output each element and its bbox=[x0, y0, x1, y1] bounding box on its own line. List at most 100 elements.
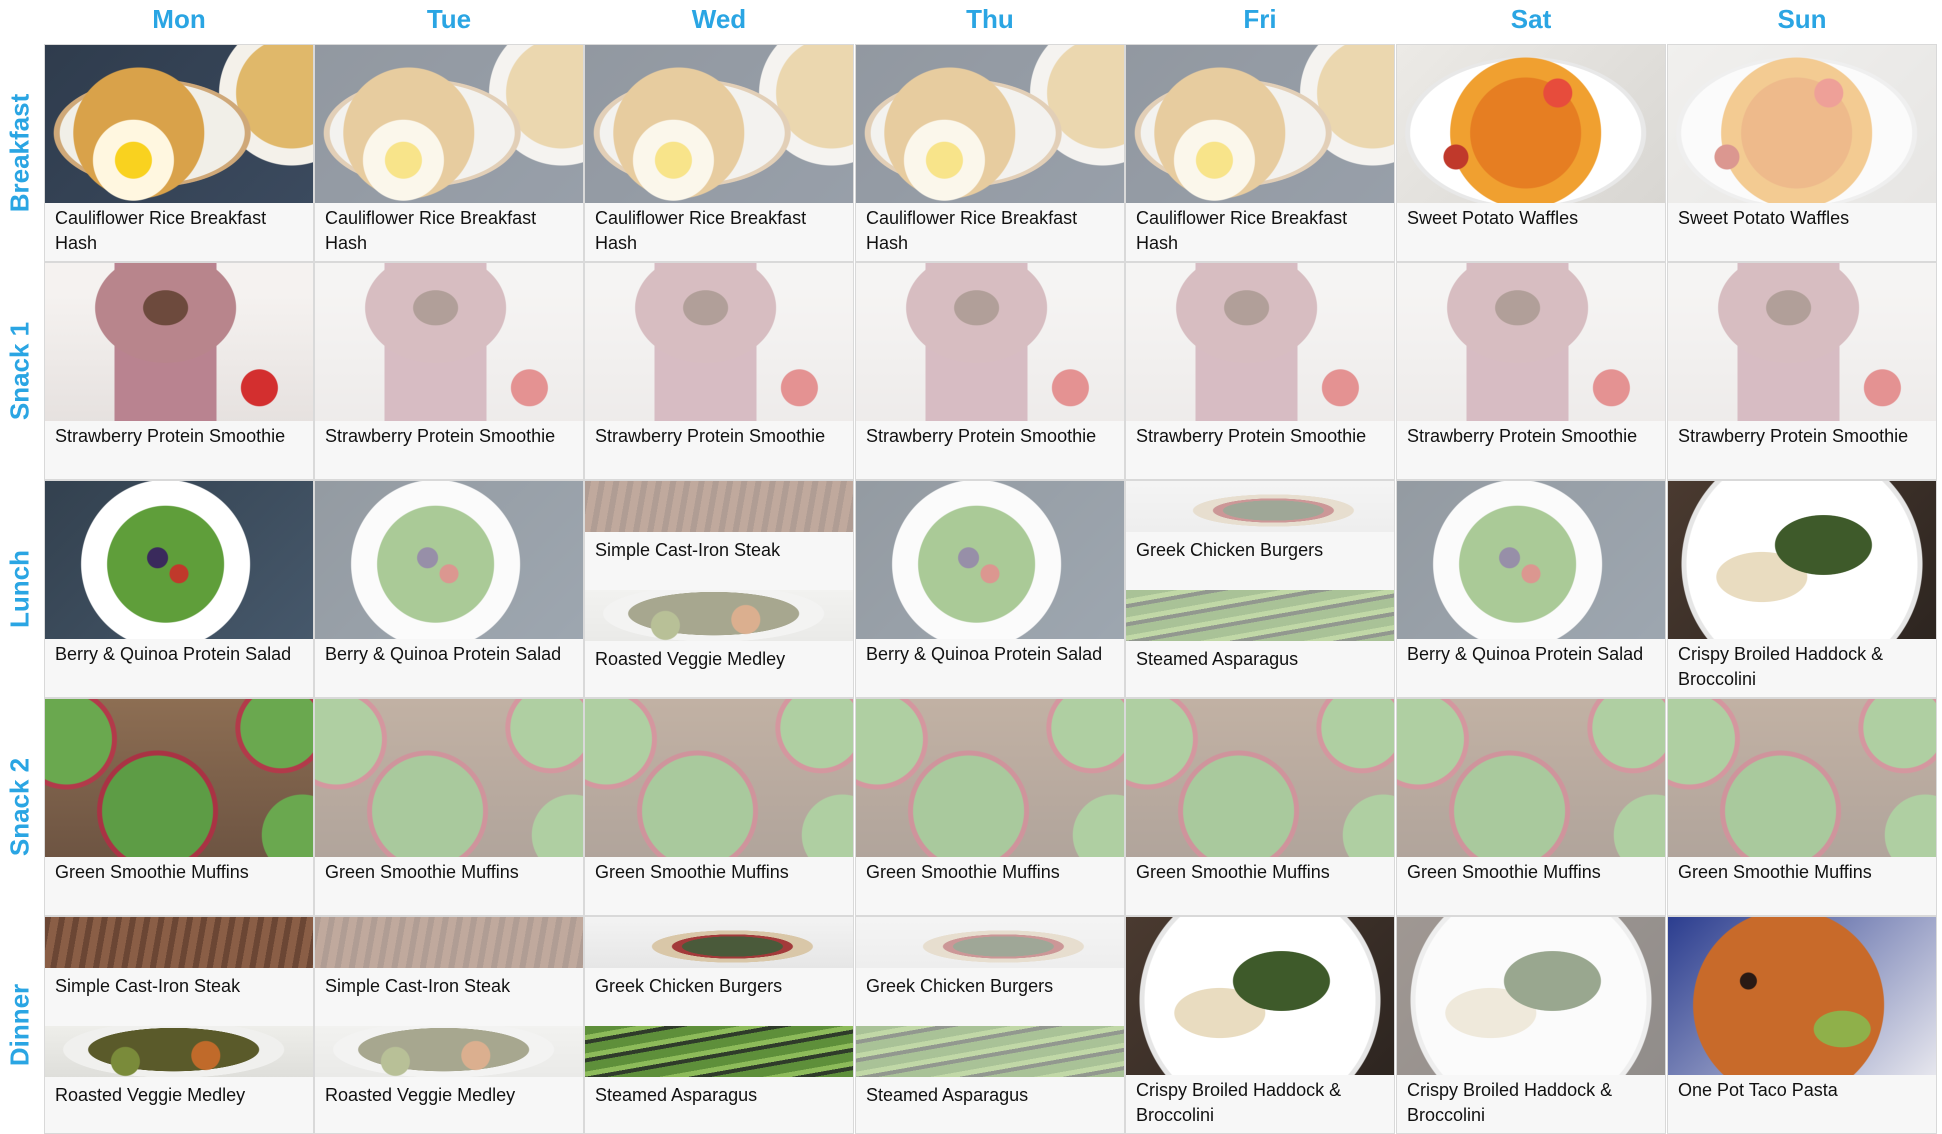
recipe-title[interactable]: Greek Chicken Burgers bbox=[1126, 532, 1394, 590]
recipe-image[interactable] bbox=[315, 45, 583, 205]
recipe-title[interactable]: Cauliflower Rice Breakfast Hash bbox=[856, 203, 1124, 261]
recipe-title[interactable]: Strawberry Protein Smoothie bbox=[585, 421, 853, 479]
recipe-title[interactable]: Berry & Quinoa Protein Salad bbox=[856, 639, 1124, 697]
recipe-image[interactable] bbox=[45, 699, 313, 859]
recipe-cell[interactable]: Greek Chicken Burgers Steamed Asparagus bbox=[1125, 480, 1395, 698]
recipe-title[interactable]: Green Smoothie Muffins bbox=[585, 857, 853, 915]
recipe-cell[interactable]: Crispy Broiled Haddock & Broccolini bbox=[1396, 916, 1666, 1134]
recipe-cell[interactable]: Sweet Potato Waffles bbox=[1396, 44, 1666, 262]
recipe-image[interactable] bbox=[1397, 481, 1665, 641]
recipe-slot[interactable]: Greek Chicken Burgers bbox=[585, 917, 853, 1026]
recipe-title[interactable]: Green Smoothie Muffins bbox=[1397, 857, 1665, 915]
recipe-image[interactable] bbox=[315, 263, 583, 423]
recipe-slot[interactable]: Simple Cast-Iron Steak bbox=[45, 917, 313, 1026]
recipe-image[interactable] bbox=[1126, 263, 1394, 423]
recipe-image[interactable] bbox=[585, 263, 853, 423]
recipe-image[interactable] bbox=[856, 263, 1124, 423]
recipe-slot[interactable]: Roasted Veggie Medley bbox=[585, 590, 853, 697]
recipe-cell[interactable]: Berry & Quinoa Protein Salad bbox=[855, 480, 1125, 698]
recipe-cell[interactable]: Green Smoothie Muffins bbox=[855, 698, 1125, 916]
recipe-title[interactable]: Steamed Asparagus bbox=[585, 1077, 853, 1133]
recipe-cell[interactable]: Cauliflower Rice Breakfast Hash bbox=[44, 44, 314, 262]
recipe-title[interactable]: Cauliflower Rice Breakfast Hash bbox=[315, 203, 583, 261]
recipe-slot[interactable]: Steamed Asparagus bbox=[856, 1026, 1124, 1133]
recipe-cell[interactable]: Strawberry Protein Smoothie bbox=[1667, 262, 1937, 480]
recipe-image[interactable] bbox=[1126, 45, 1394, 205]
recipe-title[interactable]: Simple Cast-Iron Steak bbox=[45, 968, 313, 1026]
recipe-cell[interactable]: Strawberry Protein Smoothie bbox=[855, 262, 1125, 480]
recipe-slot[interactable]: Steamed Asparagus bbox=[1126, 590, 1394, 697]
recipe-title[interactable]: Greek Chicken Burgers bbox=[585, 968, 853, 1026]
recipe-title[interactable]: Roasted Veggie Medley bbox=[315, 1077, 583, 1133]
recipe-image[interactable] bbox=[1397, 263, 1665, 423]
recipe-title[interactable]: Strawberry Protein Smoothie bbox=[45, 421, 313, 479]
recipe-title[interactable]: Berry & Quinoa Protein Salad bbox=[1397, 639, 1665, 697]
recipe-cell[interactable]: One Pot Taco Pasta bbox=[1667, 916, 1937, 1134]
recipe-title[interactable]: Green Smoothie Muffins bbox=[45, 857, 313, 915]
recipe-slot[interactable]: Greek Chicken Burgers bbox=[1126, 481, 1394, 590]
recipe-cell[interactable]: Simple Cast-Iron Steak Roasted Veggie Med… bbox=[314, 916, 584, 1134]
recipe-slot[interactable]: Greek Chicken Burgers bbox=[856, 917, 1124, 1026]
recipe-image[interactable] bbox=[1668, 699, 1936, 859]
recipe-title[interactable]: Strawberry Protein Smoothie bbox=[315, 421, 583, 479]
recipe-title[interactable]: Cauliflower Rice Breakfast Hash bbox=[1126, 203, 1394, 261]
recipe-title[interactable]: Berry & Quinoa Protein Salad bbox=[315, 639, 583, 697]
recipe-slot[interactable]: Simple Cast-Iron Steak bbox=[315, 917, 583, 1026]
recipe-image[interactable] bbox=[1397, 917, 1665, 1077]
recipe-image[interactable] bbox=[1668, 263, 1936, 423]
recipe-cell[interactable]: Greek Chicken Burgers Steamed Asparagus bbox=[855, 916, 1125, 1134]
recipe-cell[interactable]: Berry & Quinoa Protein Salad bbox=[1396, 480, 1666, 698]
recipe-image[interactable] bbox=[1668, 481, 1936, 641]
recipe-title[interactable]: Simple Cast-Iron Steak bbox=[315, 968, 583, 1026]
recipe-cell[interactable]: Simple Cast-Iron Steak Roasted Veggie Med… bbox=[44, 916, 314, 1134]
recipe-cell[interactable]: Simple Cast-Iron Steak Roasted Veggie Med… bbox=[584, 480, 854, 698]
recipe-cell[interactable]: Cauliflower Rice Breakfast Hash bbox=[855, 44, 1125, 262]
recipe-title[interactable]: Berry & Quinoa Protein Salad bbox=[45, 639, 313, 697]
recipe-title[interactable]: Strawberry Protein Smoothie bbox=[856, 421, 1124, 479]
recipe-cell[interactable]: Berry & Quinoa Protein Salad bbox=[44, 480, 314, 698]
recipe-image[interactable] bbox=[45, 263, 313, 423]
recipe-image[interactable] bbox=[45, 481, 313, 641]
recipe-image[interactable] bbox=[45, 45, 313, 205]
recipe-cell[interactable]: Green Smoothie Muffins bbox=[1125, 698, 1395, 916]
recipe-slot[interactable]: Roasted Veggie Medley bbox=[45, 1026, 313, 1133]
recipe-title[interactable]: Cauliflower Rice Breakfast Hash bbox=[45, 203, 313, 261]
recipe-cell[interactable]: Strawberry Protein Smoothie bbox=[44, 262, 314, 480]
recipe-cell[interactable]: Green Smoothie Muffins bbox=[584, 698, 854, 916]
recipe-title[interactable]: Crispy Broiled Haddock & Broccolini bbox=[1126, 1075, 1394, 1133]
recipe-image[interactable] bbox=[1126, 917, 1394, 1077]
recipe-image[interactable] bbox=[1126, 699, 1394, 859]
recipe-slot[interactable]: Simple Cast-Iron Steak bbox=[585, 481, 853, 590]
recipe-image[interactable] bbox=[315, 699, 583, 859]
recipe-cell[interactable]: Berry & Quinoa Protein Salad bbox=[314, 480, 584, 698]
recipe-image[interactable] bbox=[585, 45, 853, 205]
recipe-cell[interactable]: Green Smoothie Muffins bbox=[1396, 698, 1666, 916]
recipe-cell[interactable]: Cauliflower Rice Breakfast Hash bbox=[314, 44, 584, 262]
recipe-slot[interactable]: Roasted Veggie Medley bbox=[315, 1026, 583, 1133]
recipe-title[interactable]: Cauliflower Rice Breakfast Hash bbox=[585, 203, 853, 261]
recipe-cell[interactable]: Sweet Potato Waffles bbox=[1667, 44, 1937, 262]
recipe-image[interactable] bbox=[1668, 45, 1936, 205]
recipe-cell[interactable]: Greek Chicken Burgers Steamed Asparagus bbox=[584, 916, 854, 1134]
recipe-title[interactable]: One Pot Taco Pasta bbox=[1668, 1075, 1936, 1133]
recipe-cell[interactable]: Crispy Broiled Haddock & Broccolini bbox=[1667, 480, 1937, 698]
recipe-image[interactable] bbox=[856, 45, 1124, 205]
recipe-title[interactable]: Steamed Asparagus bbox=[1126, 641, 1394, 697]
recipe-title[interactable]: Green Smoothie Muffins bbox=[856, 857, 1124, 915]
recipe-title[interactable]: Green Smoothie Muffins bbox=[1126, 857, 1394, 915]
recipe-title[interactable]: Greek Chicken Burgers bbox=[856, 968, 1124, 1026]
recipe-title[interactable]: Roasted Veggie Medley bbox=[585, 641, 853, 697]
recipe-title[interactable]: Sweet Potato Waffles bbox=[1397, 203, 1665, 261]
recipe-image[interactable] bbox=[1397, 45, 1665, 205]
recipe-cell[interactable]: Green Smoothie Muffins bbox=[1667, 698, 1937, 916]
recipe-title[interactable]: Steamed Asparagus bbox=[856, 1077, 1124, 1133]
recipe-cell[interactable]: Strawberry Protein Smoothie bbox=[584, 262, 854, 480]
recipe-title[interactable]: Simple Cast-Iron Steak bbox=[585, 532, 853, 590]
recipe-title[interactable]: Green Smoothie Muffins bbox=[1668, 857, 1936, 915]
recipe-cell[interactable]: Green Smoothie Muffins bbox=[44, 698, 314, 916]
recipe-title[interactable]: Sweet Potato Waffles bbox=[1668, 203, 1936, 261]
recipe-title[interactable]: Crispy Broiled Haddock & Broccolini bbox=[1397, 1075, 1665, 1133]
recipe-image[interactable] bbox=[856, 699, 1124, 859]
recipe-image[interactable] bbox=[315, 481, 583, 641]
recipe-image[interactable] bbox=[1397, 699, 1665, 859]
